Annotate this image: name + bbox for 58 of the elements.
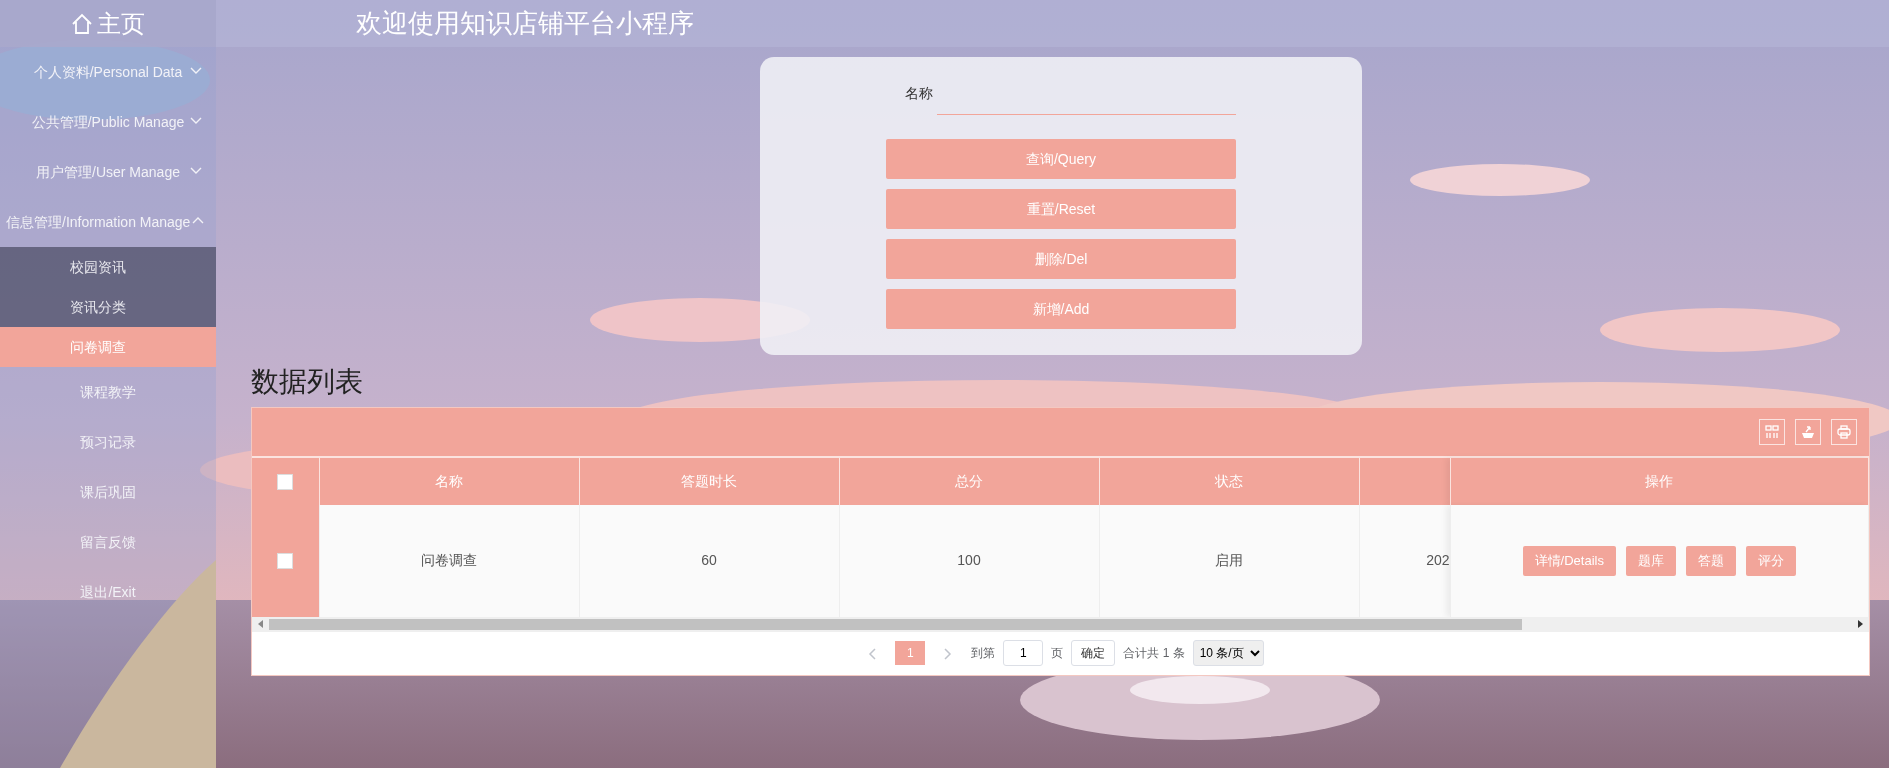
home-icon [71, 12, 93, 35]
table-cell: 启用 [1099, 504, 1359, 617]
page-unit-label: 页 [1051, 645, 1064, 663]
question-bank-button[interactable]: 题库 [1625, 545, 1676, 576]
table-cell: 202 [1359, 504, 1450, 617]
chevron-down-icon [190, 167, 202, 175]
print-button[interactable] [1831, 418, 1857, 445]
sidebar-item[interactable]: 预习记录 [0, 417, 216, 467]
field-label: 名称 [904, 83, 934, 103]
home-link[interactable]: 主页 [71, 5, 145, 42]
chevron-down-icon [190, 67, 202, 75]
chevron-left-icon [868, 647, 877, 660]
score-button[interactable]: 评分 [1745, 545, 1796, 576]
row-checkbox[interactable] [277, 553, 294, 570]
sidebar-item[interactable]: 公共管理/Public Manage [0, 97, 216, 147]
sidebar-item[interactable]: 信息管理/Information Manage [0, 197, 216, 247]
sidebar-item[interactable]: 课后巩固 [0, 467, 216, 517]
chevron-up-icon [192, 217, 204, 225]
delete-button[interactable]: 删除/Del [886, 239, 1236, 279]
grid-icon [1765, 424, 1779, 439]
chevron-right-icon [944, 647, 953, 660]
sidebar-item[interactable]: 课程教学 [0, 367, 216, 417]
export-button[interactable] [1795, 418, 1821, 445]
column-header: 总分 [839, 457, 1099, 505]
select-all-checkbox[interactable] [277, 473, 294, 490]
column-header: 名称 [319, 457, 579, 505]
submenu-item[interactable]: 问卷调查 [0, 327, 216, 367]
section-title: 数据列表 [251, 365, 364, 399]
page-size-select[interactable]: 10 条/页 [1192, 640, 1264, 667]
goto-label: 到第 [971, 645, 996, 663]
page-button[interactable]: 1 [895, 641, 926, 666]
sidebar-item[interactable]: 个人资料/Personal Data [0, 47, 216, 97]
reset-button[interactable]: 重置/Reset [886, 189, 1236, 229]
chevron-down-icon [190, 117, 202, 125]
table-cell: 100 [839, 504, 1099, 617]
submenu-item[interactable]: 校园资讯 [0, 247, 216, 287]
total-count: 合计共 1 条 [1123, 645, 1185, 663]
right-arrow-icon [1858, 620, 1863, 629]
query-button[interactable]: 查询/Query [886, 139, 1236, 179]
answer-button[interactable]: 答题 [1685, 545, 1736, 576]
sidebar-item[interactable]: 用户管理/User Manage [0, 147, 216, 197]
confirm-button[interactable]: 确定 [1071, 640, 1116, 667]
column-header: 状态 [1099, 457, 1359, 505]
table-cell: 60 [579, 504, 839, 617]
columns-button[interactable] [1759, 418, 1785, 445]
submenu-item[interactable]: 资讯分类 [0, 287, 216, 327]
page-title: 欢迎使用知识店铺平台小程序 [356, 7, 694, 40]
column-header: 答题时长 [579, 457, 839, 505]
details-button[interactable]: 详情/Details [1522, 545, 1616, 576]
export-icon [1801, 424, 1815, 439]
print-icon [1837, 424, 1851, 439]
add-button[interactable]: 新增/Add [886, 289, 1236, 329]
sidebar-item[interactable]: 留言反馈 [0, 517, 216, 567]
column-header: 操作 [1450, 457, 1869, 505]
page-number-field[interactable]: 1 [1003, 640, 1044, 667]
left-arrow-icon [258, 620, 263, 629]
sidebar-item[interactable]: 退出/Exit [0, 567, 216, 617]
table-cell: 问卷调查 [319, 504, 579, 617]
